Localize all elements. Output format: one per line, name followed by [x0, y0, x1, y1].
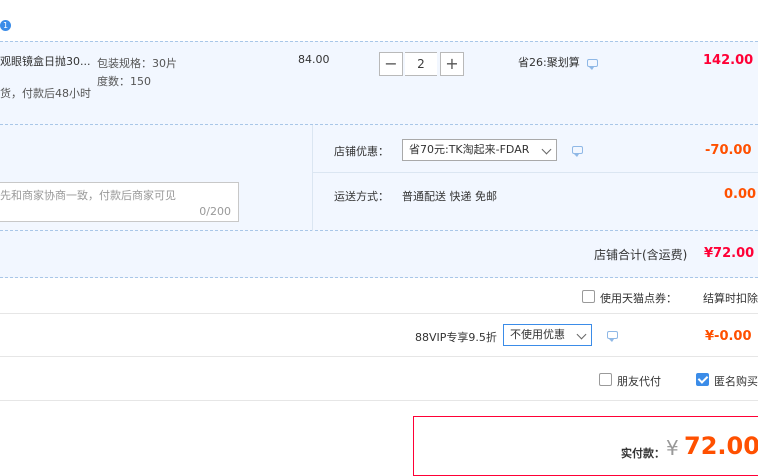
message-char-count: 0/200: [199, 205, 231, 218]
top-strip: 1: [0, 0, 758, 41]
minus-icon: −: [384, 54, 398, 73]
pay-amount: 72.00: [684, 432, 758, 460]
friend-pay-checkbox[interactable]: [599, 373, 612, 386]
item-subtotal: 142.00: [703, 53, 754, 68]
item-promo: 省26:聚划算: [518, 56, 580, 69]
item-unit-price: 84.00: [298, 53, 330, 66]
chevron-down-icon: [576, 329, 587, 340]
item-title[interactable]: 观眼镜盒日抛30...: [0, 53, 91, 69]
divider: [0, 400, 758, 401]
shop-discount-label: 店铺优惠：: [334, 145, 389, 158]
friend-pay-label: 朋友代付: [617, 375, 661, 388]
notification-badge: 1: [0, 20, 11, 31]
divider: [0, 313, 758, 314]
chat-icon[interactable]: [572, 146, 583, 157]
vip-discount-amount: ¥-0.00: [705, 329, 752, 344]
shop-total-label: 店铺合计(含运费): [594, 248, 688, 262]
shop-total-row: 店铺合计(含运费) ¥72.00: [0, 231, 758, 278]
divider: [0, 356, 758, 357]
quantity-input[interactable]: 2: [405, 52, 437, 76]
chat-icon[interactable]: [587, 59, 598, 70]
order-item-row: 观眼镜盒日抛30... 货，付款后48小时 包装规格：30片 度数：150 84…: [0, 41, 758, 125]
message-placeholder: 先和商家协商一致，付款后商家可见: [0, 189, 176, 202]
chevron-down-icon: [541, 144, 552, 155]
divider: [313, 172, 758, 173]
anonymous-checkbox[interactable]: [696, 373, 709, 386]
vip-discount-select[interactable]: 不使用优惠: [503, 324, 592, 346]
points-status: 结算时扣除: [703, 292, 758, 305]
shipping-amount: 0.00: [724, 187, 757, 202]
shop-discount-selected: 省70元:TK淘起来-FDAR: [409, 143, 530, 156]
quantity-decrease-button[interactable]: −: [379, 52, 403, 76]
shipping-value: 普通配送 快递 免邮: [402, 190, 497, 203]
vip-discount-selected: 不使用优惠: [510, 328, 565, 341]
seller-message-input[interactable]: 先和商家协商一致，付款后商家可见 0/200: [0, 182, 239, 222]
chat-icon[interactable]: [607, 331, 618, 342]
anonymous-label: 匿名购买: [714, 375, 758, 388]
item-spec-pack: 包装规格：30片: [97, 57, 177, 70]
shipping-label: 运送方式：: [334, 190, 389, 203]
shop-discount-amount: -70.00: [705, 143, 752, 158]
shop-discount-select[interactable]: 省70元:TK淘起来-FDAR: [402, 139, 557, 161]
vip-discount-label: 88VIP专享9.5折: [415, 331, 497, 344]
use-points-checkbox[interactable]: [582, 290, 595, 303]
payment-summary-box: 实付款： ¥ 72.00: [413, 416, 758, 476]
pay-currency: ¥: [666, 436, 679, 460]
item-delivery-note: 货，付款后48小时: [0, 87, 91, 100]
item-spec-degree: 度数：150: [97, 75, 151, 88]
plus-icon: +: [445, 54, 459, 73]
use-points-label: 使用天猫点券：: [600, 292, 677, 305]
quantity-increase-button[interactable]: +: [440, 52, 464, 76]
divider: [312, 125, 313, 231]
shop-total-amount: ¥72.00: [704, 246, 755, 261]
